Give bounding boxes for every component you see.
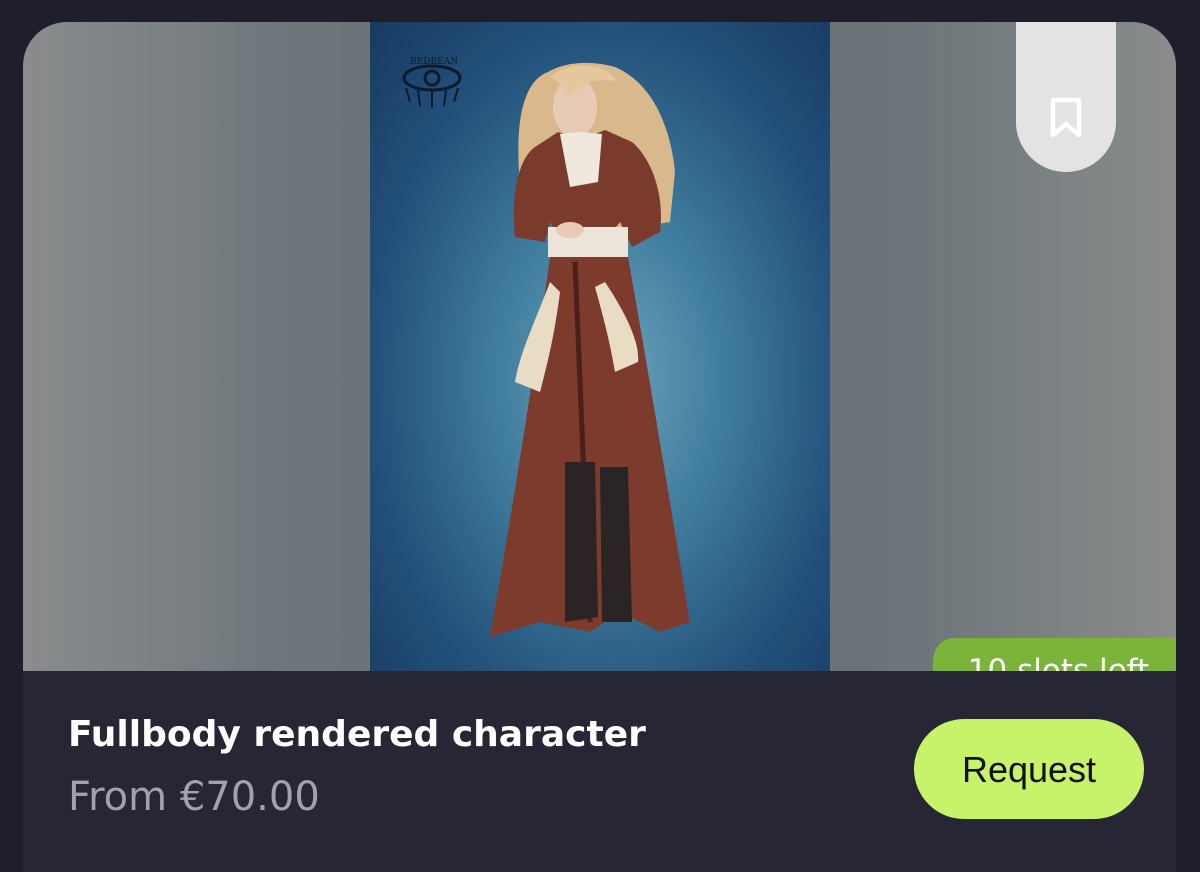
svg-text:REDBEAN: REDBEAN (410, 57, 458, 67)
listing-price: From €70.00 (68, 774, 320, 820)
artist-logo: REDBEAN (402, 57, 462, 108)
card-info: Fullbody rendered character From €70.00 … (23, 671, 1176, 872)
bookmark-icon (1050, 97, 1082, 138)
character-illustration: REDBEAN (402, 57, 690, 637)
artwork-image: REDBEAN (370, 22, 830, 671)
commission-card[interactable]: REDBEAN Fullbody rendered character From… (23, 22, 1176, 872)
bookmark-button[interactable] (1016, 22, 1116, 172)
listing-title: Fullbody rendered character (68, 714, 646, 755)
request-button[interactable]: Request (914, 719, 1144, 819)
card-media: REDBEAN (23, 22, 1176, 671)
